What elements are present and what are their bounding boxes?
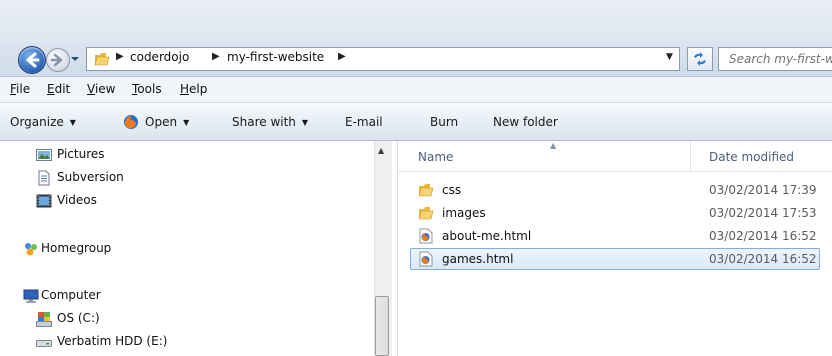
breadcrumb-coderdojo[interactable]: coderdojo <box>130 50 189 64</box>
chevron-down-icon <box>71 57 79 61</box>
nav-pane-scroll-thumb[interactable] <box>375 296 389 356</box>
document-icon <box>38 170 50 186</box>
videos-icon <box>36 194 52 208</box>
menu-view[interactable]: View <box>87 82 115 96</box>
folder-icon <box>418 207 434 220</box>
chevron-down-icon: ▼ <box>183 118 190 127</box>
address-dropdown-icon[interactable]: ▼ <box>666 52 673 62</box>
system-drive-icon <box>36 312 52 327</box>
hard-drive-icon <box>36 340 52 347</box>
email-button[interactable]: E-mail <box>345 115 383 129</box>
folder-icon <box>94 53 110 66</box>
computer-icon <box>23 289 39 303</box>
refresh-button[interactable] <box>687 47 713 71</box>
homegroup-icon <box>25 243 37 256</box>
nav-item-os-drive[interactable]: OS (C:) <box>36 311 166 329</box>
forward-button[interactable] <box>46 48 70 72</box>
open-button[interactable]: Open ▼ <box>123 115 189 129</box>
burn-button[interactable]: Burn <box>430 115 458 129</box>
chevron-down-icon: ▼ <box>301 118 309 127</box>
menu-edit[interactable]: Edit <box>47 82 70 96</box>
file-row-games[interactable]: games.html 03/02/2014 16:52 <box>410 248 820 270</box>
menu-bar <box>0 77 832 103</box>
window-title-bar <box>0 0 832 42</box>
sort-ascending-icon: ▲ <box>550 141 557 150</box>
chevron-down-icon: ▼ <box>69 118 76 127</box>
back-arrow-icon <box>26 52 40 68</box>
menu-file[interactable]: File <box>10 82 30 96</box>
menu-help[interactable]: Help <box>180 82 207 96</box>
pictures-icon <box>36 149 52 161</box>
organize-button[interactable]: Organize ▼ <box>10 115 76 129</box>
search-input[interactable] <box>729 51 832 67</box>
nav-item-verbatim-hdd[interactable]: Verbatim HDD (E:) <box>36 334 196 352</box>
column-separator[interactable] <box>690 141 691 171</box>
column-header-name[interactable]: Name <box>418 150 453 164</box>
breadcrumb-my-first-website[interactable]: my-first-website <box>227 50 324 64</box>
refresh-icon <box>694 52 706 66</box>
nav-item-computer[interactable]: Computer <box>23 288 153 306</box>
search-box[interactable] <box>718 47 832 71</box>
breadcrumb-separator-icon[interactable]: ▶ <box>212 51 220 62</box>
new-folder-button[interactable]: New folder <box>493 115 558 129</box>
nav-item-homegroup[interactable]: Homegroup <box>23 241 153 259</box>
file-row-images[interactable]: images 03/02/2014 17:53 <box>410 202 820 224</box>
firefox-html-icon <box>419 228 433 244</box>
file-row-css[interactable]: css 03/02/2014 17:39 <box>410 179 820 201</box>
nav-item-pictures[interactable]: Pictures <box>36 147 166 165</box>
breadcrumb-separator-icon[interactable]: ▶ <box>338 51 346 62</box>
nav-item-subversion[interactable]: Subversion <box>36 170 166 188</box>
scroll-up-icon[interactable]: ▲ <box>378 146 384 155</box>
nav-item-videos[interactable]: Videos <box>36 193 166 211</box>
firefox-icon <box>124 115 138 129</box>
forward-arrow-icon <box>50 53 63 67</box>
back-button[interactable] <box>18 46 46 74</box>
file-row-about-me[interactable]: about-me.html 03/02/2014 16:52 <box>410 225 820 247</box>
share-with-button[interactable]: Share with ▼ <box>232 115 308 129</box>
column-header-date-modified[interactable]: Date modified <box>709 150 794 164</box>
firefox-html-icon <box>419 251 433 267</box>
menu-tools[interactable]: Tools <box>132 82 162 96</box>
recent-pages-button[interactable] <box>70 52 80 66</box>
breadcrumb-separator-icon[interactable]: ▶ <box>116 51 124 62</box>
folder-icon <box>418 184 434 197</box>
